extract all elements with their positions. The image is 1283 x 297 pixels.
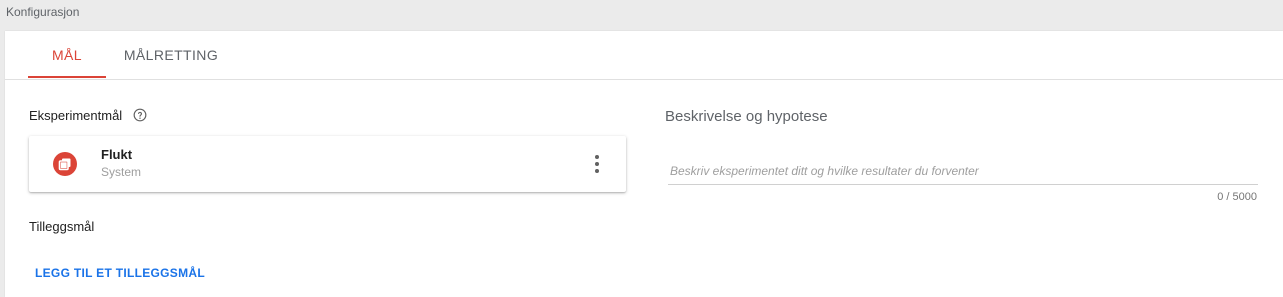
goal-source: System	[101, 165, 142, 179]
tab-targeting[interactable]: MÅLRETTING	[106, 31, 236, 79]
add-additional-goal-button[interactable]: LEGG TIL ET TILLEGGSMÅL	[35, 266, 205, 280]
additional-goals-title: Tilleggsmål	[29, 219, 95, 234]
help-circle-icon[interactable]	[133, 108, 147, 122]
section-header: Konfigurasjon	[6, 5, 80, 19]
description-title: Beskrivelse og hypotese	[665, 108, 828, 125]
primary-goal-card[interactable]: Flukt System	[29, 136, 626, 192]
configuration-card: MÅL MÅLRETTING Eksperimentmål Flukt Syst…	[5, 31, 1283, 297]
tab-bar: MÅL MÅLRETTING	[5, 31, 1283, 80]
active-tab-indicator	[28, 76, 106, 78]
experiment-goal-title: Eksperimentmål	[29, 108, 123, 123]
tab-goals[interactable]: MÅL	[28, 31, 106, 79]
description-input[interactable]	[668, 158, 1258, 185]
bounce-icon	[53, 152, 77, 176]
more-vert-icon[interactable]	[587, 152, 607, 176]
goal-name: Flukt	[101, 147, 133, 162]
character-counter: 0 / 5000	[1217, 191, 1257, 203]
